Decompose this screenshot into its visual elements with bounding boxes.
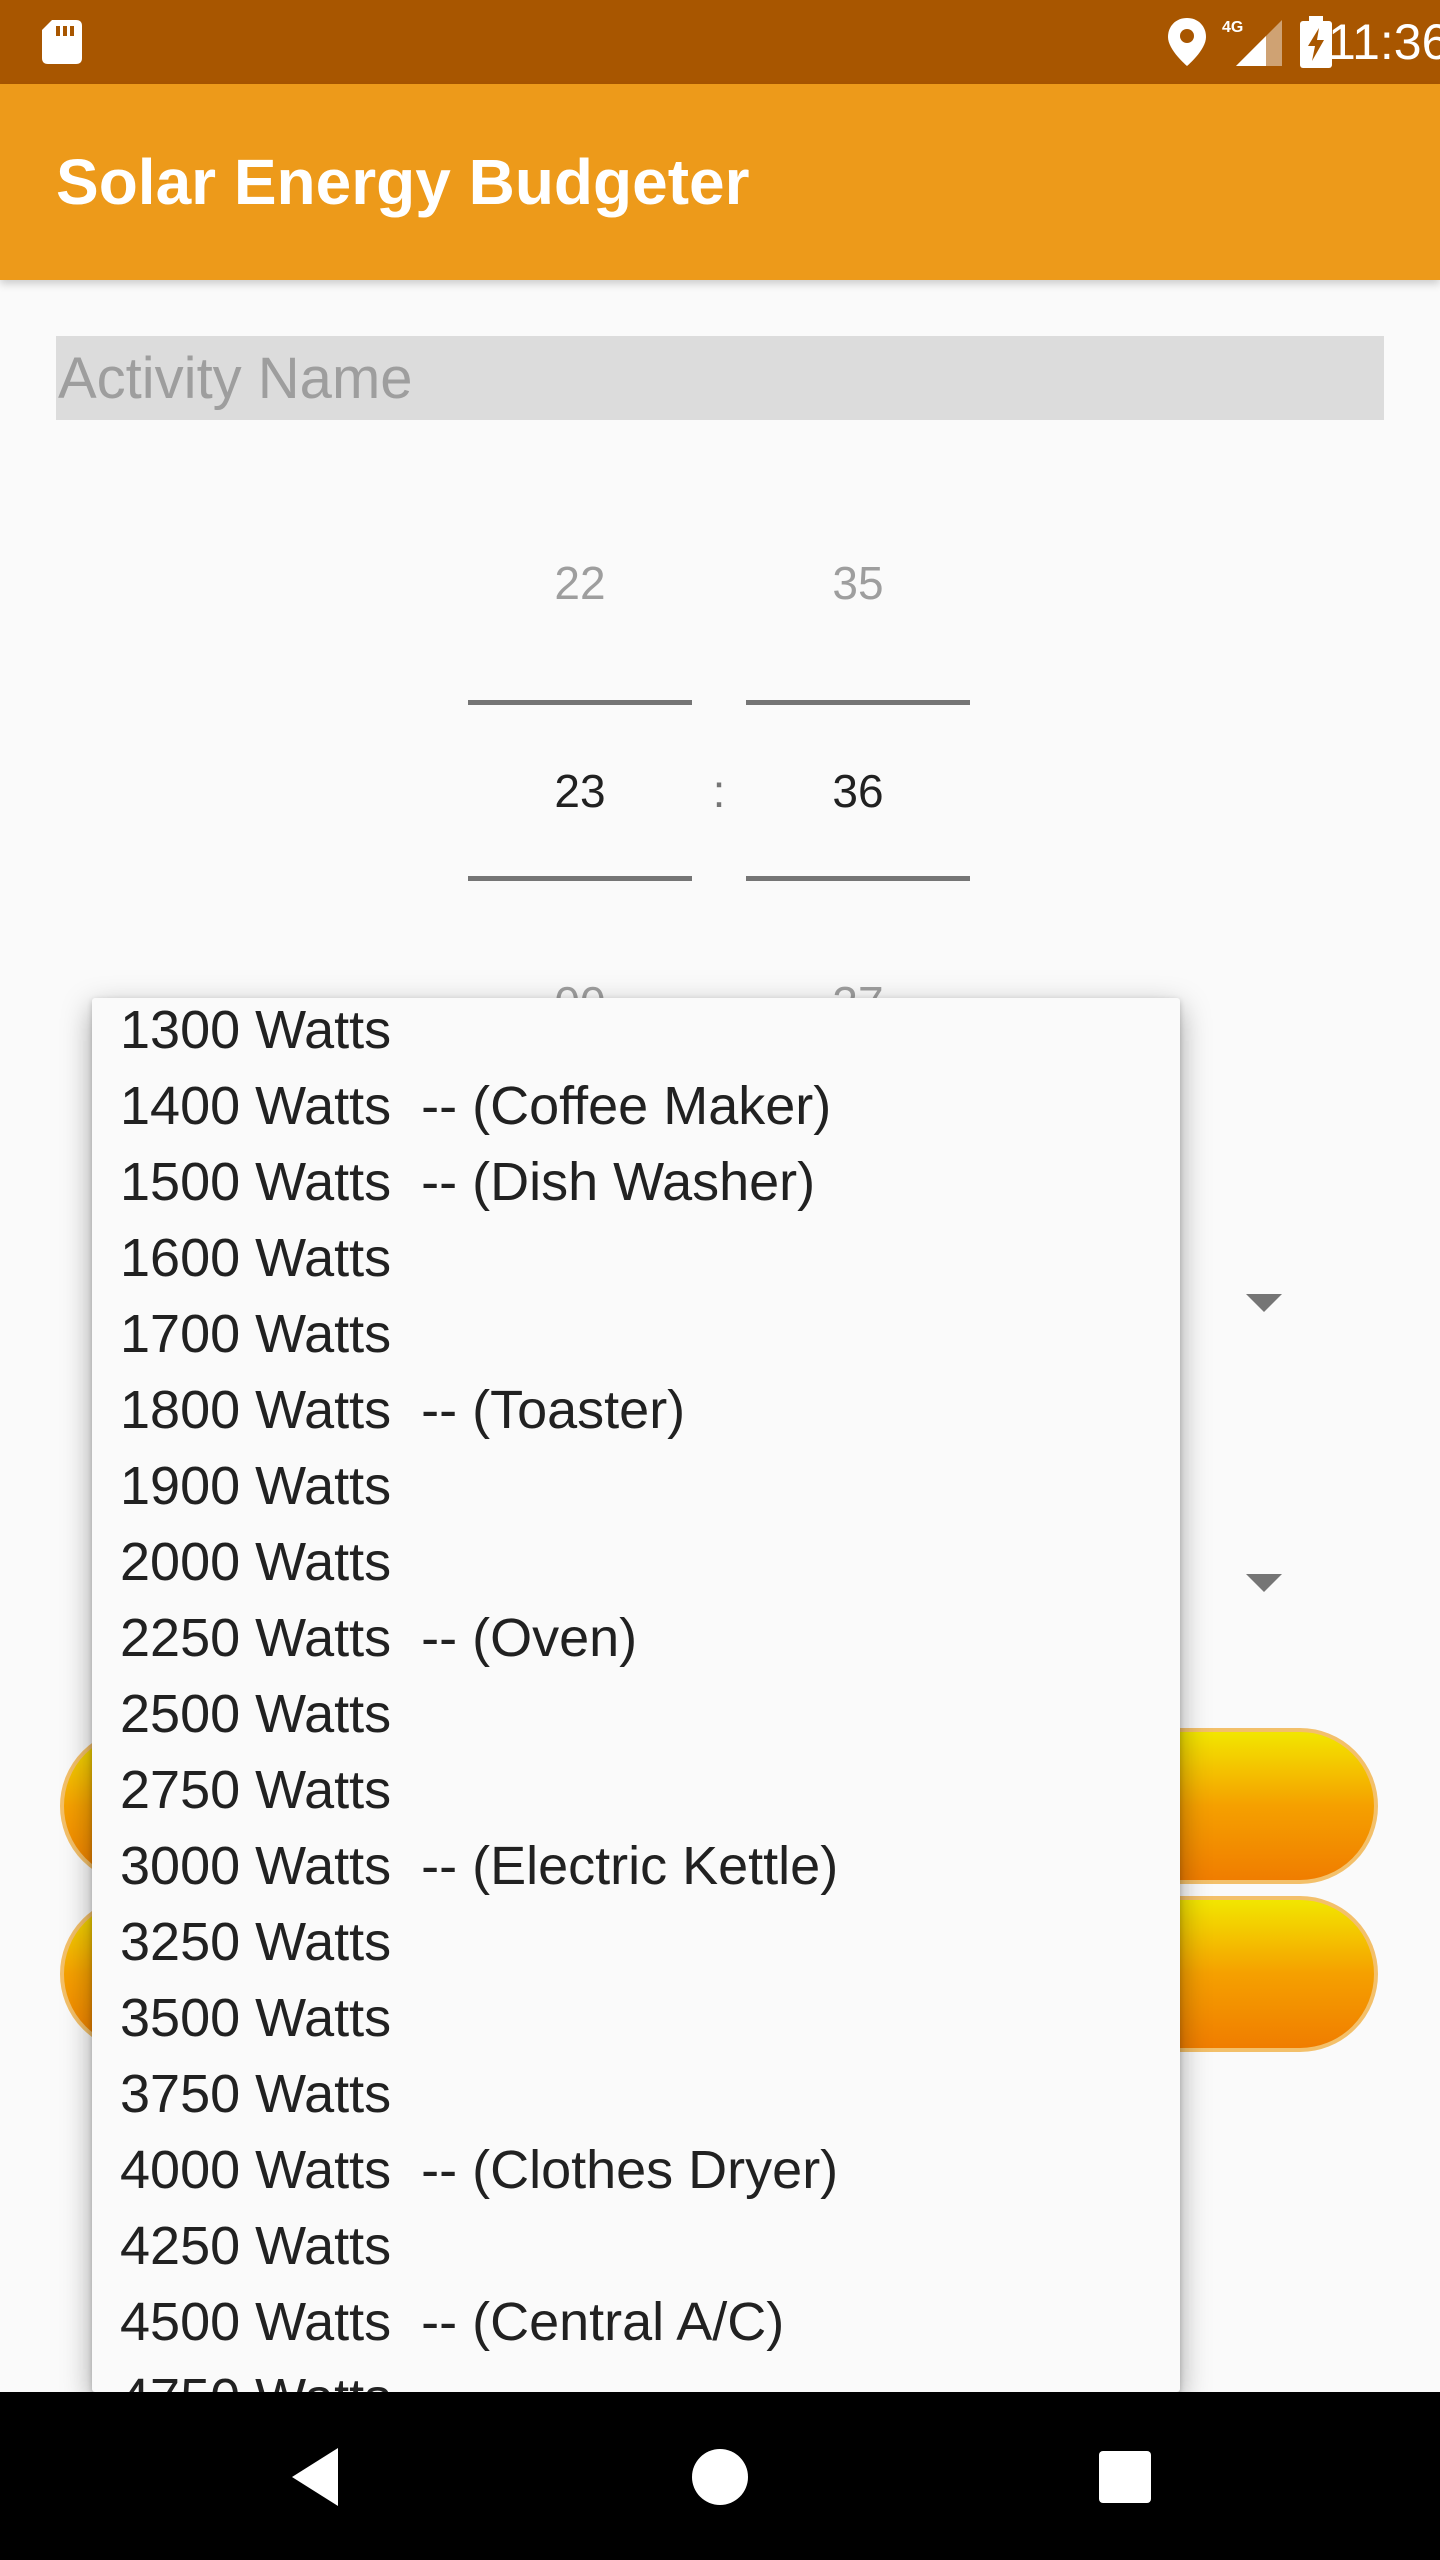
dropdown-option[interactable]: 2750 Watts <box>92 1752 1180 1828</box>
minute-divider-bottom <box>746 876 970 881</box>
time-separator: : <box>712 765 726 817</box>
hour-prev[interactable]: 22 <box>468 556 692 610</box>
dropdown-option[interactable]: 1700 Watts <box>92 1296 1180 1372</box>
status-clock: 11:36 <box>1328 14 1440 70</box>
app-title: Solar Energy Budgeter <box>56 146 750 218</box>
dropdown-option[interactable]: 2500 Watts <box>92 1676 1180 1752</box>
dropdown-option[interactable]: 1900 Watts <box>92 1448 1180 1524</box>
dropdown-option[interactable]: 4500 Watts -- (Central A/C) <box>92 2284 1180 2360</box>
dropdown-option[interactable]: 3500 Watts <box>92 1980 1180 2056</box>
dropdown-option[interactable]: 1500 Watts -- (Dish Washer) <box>92 1144 1180 1220</box>
signal-icon: 4G <box>1222 19 1282 66</box>
hour-current[interactable]: 23 <box>468 764 692 818</box>
sd-card-icon <box>42 20 82 64</box>
chevron-down-icon[interactable] <box>1246 1294 1282 1312</box>
dropdown-option[interactable]: 1600 Watts <box>92 1220 1180 1296</box>
location-icon <box>1168 18 1206 66</box>
navigation-bar <box>0 2392 1440 2560</box>
minute-prev[interactable]: 35 <box>746 556 970 610</box>
wattage-dropdown-list[interactable]: 1300 Watts 1400 Watts -- (Coffee Maker) 15… <box>92 998 1180 2392</box>
dropdown-option[interactable]: 3750 Watts <box>92 2056 1180 2132</box>
back-icon[interactable] <box>270 2432 360 2522</box>
hour-divider-top <box>468 700 692 705</box>
dropdown-option[interactable]: 1300 Watts <box>92 998 1180 1068</box>
dropdown-option[interactable]: 4000 Watts -- (Clothes Dryer) <box>92 2132 1180 2208</box>
recents-icon[interactable] <box>1080 2432 1170 2522</box>
status-icons: 4G 11:36 <box>1040 0 1440 84</box>
activity-name-input[interactable] <box>56 336 1384 420</box>
dropdown-option[interactable]: 4250 Watts <box>92 2208 1180 2284</box>
chevron-down-icon[interactable] <box>1246 1574 1282 1592</box>
dropdown-option[interactable]: 2250 Watts -- (Oven) <box>92 1600 1180 1676</box>
status-bar: 4G 11:36 <box>0 0 1440 84</box>
dropdown-option[interactable]: 3000 Watts -- (Electric Kettle) <box>92 1828 1180 1904</box>
minute-current[interactable]: 36 <box>746 764 970 818</box>
app-toolbar: Solar Energy Budgeter <box>0 84 1440 280</box>
dropdown-option[interactable]: 1400 Watts -- (Coffee Maker) <box>92 1068 1180 1144</box>
network-type-label: 4G <box>1222 19 1243 36</box>
hour-divider-bottom <box>468 876 692 881</box>
minute-divider-top <box>746 700 970 705</box>
dropdown-option[interactable]: 1800 Watts -- (Toaster) <box>92 1372 1180 1448</box>
dropdown-options: 1300 Watts 1400 Watts -- (Coffee Maker) 15… <box>92 998 1180 2392</box>
dropdown-option[interactable]: 3250 Watts <box>92 1904 1180 1980</box>
dropdown-option[interactable]: 4750 Watts <box>92 2360 1180 2392</box>
home-icon[interactable] <box>675 2432 765 2522</box>
dropdown-option[interactable]: 2000 Watts <box>92 1524 1180 1600</box>
